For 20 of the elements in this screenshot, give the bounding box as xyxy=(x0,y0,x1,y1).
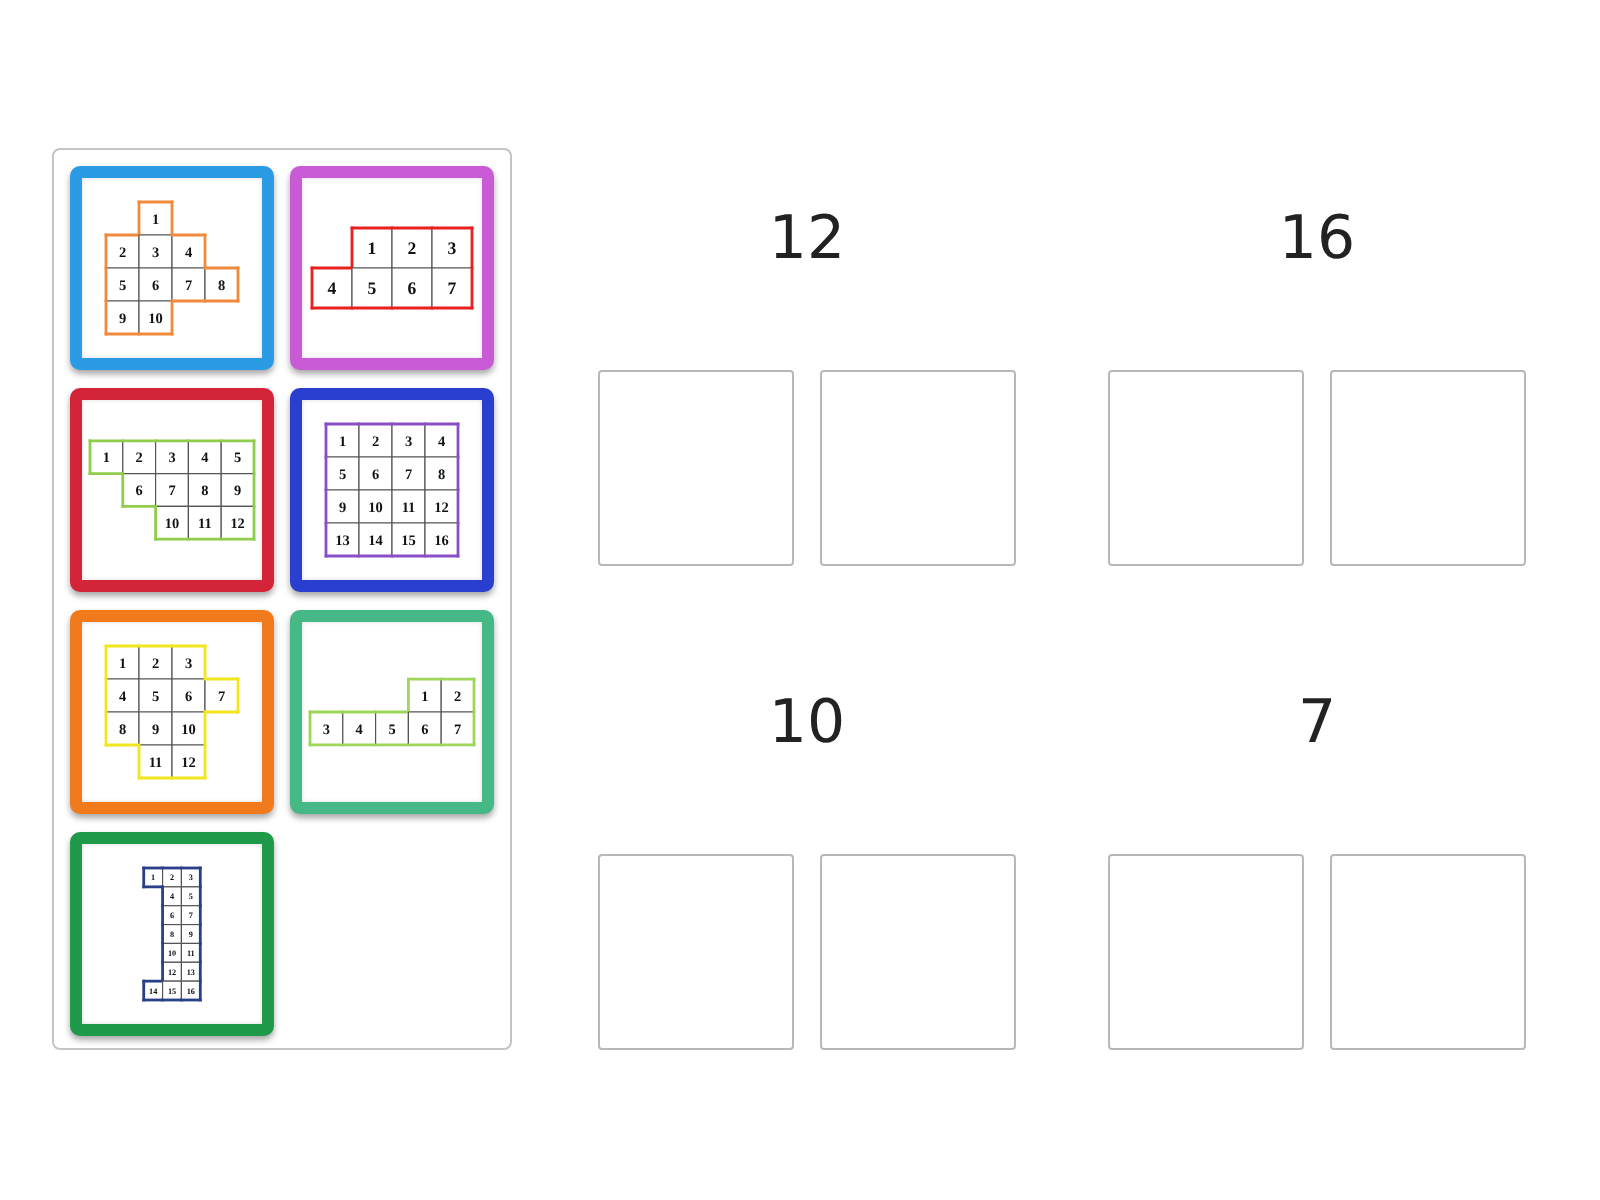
group-title: 7 xyxy=(1297,686,1337,762)
group-title: 16 xyxy=(1278,202,1356,278)
grid-cell: 4 xyxy=(310,266,354,310)
grid-cell: 7 xyxy=(430,266,474,310)
drop-zone[interactable] xyxy=(820,370,1016,566)
drop-zone[interactable] xyxy=(1108,854,1304,1050)
grid-cell: 3 xyxy=(430,226,474,270)
drop-zone[interactable] xyxy=(598,370,794,566)
drop-zone[interactable] xyxy=(1330,370,1526,566)
shape-card[interactable]: 1 2 3 4 5 6 7 xyxy=(290,166,494,370)
grid-cell: 6 xyxy=(390,267,434,310)
group-title: 10 xyxy=(768,686,846,762)
drop-zone[interactable] xyxy=(1330,854,1526,1050)
group-title: 12 xyxy=(768,202,846,278)
grid-cell: 5 xyxy=(350,267,394,310)
drop-zone[interactable] xyxy=(598,854,794,1050)
grid-cell: 2 xyxy=(390,226,434,269)
drop-zone[interactable] xyxy=(1108,370,1304,566)
drop-zone[interactable] xyxy=(820,854,1016,1050)
grid-cell: 1 xyxy=(350,226,394,270)
